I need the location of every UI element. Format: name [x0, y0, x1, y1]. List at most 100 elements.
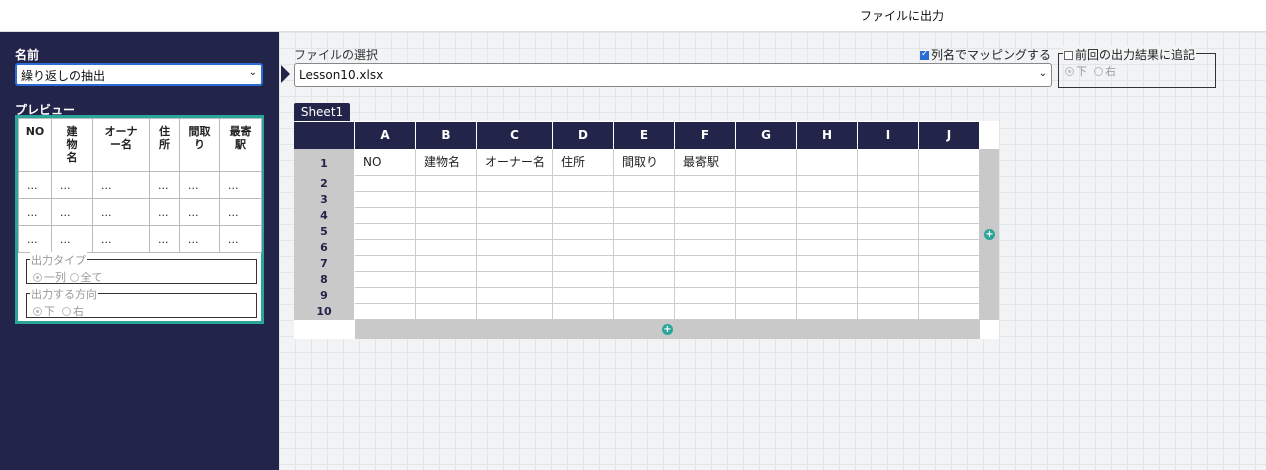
grid-cell[interactable]	[553, 256, 614, 272]
grid-cell[interactable]	[858, 208, 919, 224]
grid-cell[interactable]	[614, 192, 675, 208]
grid-cell[interactable]	[355, 256, 416, 272]
radio-append-right[interactable]	[1094, 67, 1103, 76]
grid-cell[interactable]	[614, 208, 675, 224]
column-header[interactable]: A	[355, 122, 415, 149]
grid-cell[interactable]	[553, 224, 614, 240]
grid-cell[interactable]	[355, 240, 416, 256]
grid-cell[interactable]	[553, 288, 614, 304]
grid-cell[interactable]	[477, 288, 553, 304]
grid-cell[interactable]	[736, 176, 797, 192]
grid-cell[interactable]	[416, 272, 477, 288]
grid-cell[interactable]: NO	[355, 149, 416, 176]
grid-cell[interactable]	[355, 192, 416, 208]
grid-cell[interactable]	[736, 208, 797, 224]
grid-cell[interactable]	[797, 240, 858, 256]
grid-cell[interactable]	[797, 288, 858, 304]
grid-cell[interactable]	[675, 240, 736, 256]
grid-cell[interactable]	[416, 256, 477, 272]
grid-cell[interactable]	[614, 176, 675, 192]
row-header[interactable]: 6	[294, 240, 354, 256]
grid-cell[interactable]	[416, 176, 477, 192]
grid-cell[interactable]	[553, 176, 614, 192]
grid-cell[interactable]	[355, 224, 416, 240]
name-select[interactable]: 繰り返しの抽出 ⌄	[15, 63, 263, 86]
radio-all[interactable]	[69, 273, 79, 282]
grid-cell[interactable]	[797, 192, 858, 208]
grid-cell[interactable]	[797, 304, 858, 320]
row-header[interactable]: 10	[294, 304, 354, 320]
radio-right[interactable]	[62, 307, 71, 316]
grid-cell[interactable]	[797, 176, 858, 192]
grid-cell[interactable]	[553, 304, 614, 320]
grid-cell[interactable]	[614, 272, 675, 288]
column-header[interactable]: C	[477, 122, 552, 149]
column-header[interactable]: J	[919, 122, 979, 149]
grid-cell[interactable]	[477, 176, 553, 192]
grid-cell[interactable]: 住所	[553, 149, 614, 176]
grid-cell[interactable]	[736, 272, 797, 288]
grid-cell[interactable]	[919, 304, 980, 320]
grid-cell[interactable]	[477, 304, 553, 320]
radio-append-down[interactable]	[1065, 67, 1074, 76]
grid-cell[interactable]	[858, 176, 919, 192]
grid-cell[interactable]	[614, 224, 675, 240]
column-header[interactable]: D	[553, 122, 613, 149]
grid-cell[interactable]	[614, 288, 675, 304]
column-header[interactable]: G	[736, 122, 796, 149]
grid-cell[interactable]	[416, 288, 477, 304]
grid-cell[interactable]	[416, 304, 477, 320]
column-header[interactable]: H	[797, 122, 857, 149]
grid-cell[interactable]	[797, 208, 858, 224]
grid-cell[interactable]	[736, 224, 797, 240]
grid-cell[interactable]	[919, 208, 980, 224]
radio-down[interactable]	[33, 307, 42, 316]
column-header[interactable]: I	[858, 122, 918, 149]
grid-cell[interactable]	[797, 256, 858, 272]
grid-cell[interactable]	[477, 224, 553, 240]
row-header[interactable]: 8	[294, 272, 354, 288]
grid-cell[interactable]	[736, 192, 797, 208]
grid-cell[interactable]	[416, 240, 477, 256]
grid-cell[interactable]	[553, 192, 614, 208]
grid-cell[interactable]	[355, 272, 416, 288]
grid-cell[interactable]	[416, 208, 477, 224]
grid-cell[interactable]	[858, 304, 919, 320]
grid-cell[interactable]	[919, 240, 980, 256]
grid-cell[interactable]	[858, 272, 919, 288]
grid-cell[interactable]	[355, 288, 416, 304]
grid-cell[interactable]	[675, 256, 736, 272]
grid-cell[interactable]	[355, 304, 416, 320]
grid-cell[interactable]: オーナー名	[477, 149, 553, 176]
grid-cell[interactable]	[477, 208, 553, 224]
grid-cell[interactable]	[675, 192, 736, 208]
grid-cell[interactable]	[858, 149, 919, 176]
grid-cell[interactable]	[416, 224, 477, 240]
grid-cell[interactable]	[477, 240, 553, 256]
grid-cell[interactable]	[919, 149, 980, 176]
column-header[interactable]: B	[416, 122, 476, 149]
grid-cell[interactable]	[797, 149, 858, 176]
row-header[interactable]: 5	[294, 224, 354, 240]
add-row-icon[interactable]: +	[662, 324, 673, 335]
grid-cell[interactable]: 間取り	[614, 149, 675, 176]
grid-cell[interactable]	[355, 176, 416, 192]
grid-cell[interactable]	[553, 240, 614, 256]
column-header[interactable]: E	[614, 122, 674, 149]
grid-cell[interactable]	[675, 304, 736, 320]
column-header[interactable]: F	[675, 122, 735, 149]
grid-cell[interactable]	[736, 240, 797, 256]
grid-cell[interactable]	[919, 272, 980, 288]
grid-cell[interactable]	[736, 149, 797, 176]
grid-cell[interactable]	[675, 224, 736, 240]
grid-cell[interactable]	[858, 256, 919, 272]
row-header[interactable]: 1	[294, 149, 354, 176]
grid-cell[interactable]	[477, 272, 553, 288]
row-header[interactable]: 7	[294, 256, 354, 272]
grid-cell[interactable]	[919, 288, 980, 304]
grid-cell[interactable]	[919, 224, 980, 240]
grid-cell[interactable]	[858, 240, 919, 256]
grid-cell[interactable]: 最寄駅	[675, 149, 736, 176]
map-by-column-checkbox[interactable]: 列名でマッピングする	[920, 46, 1051, 63]
grid-cell[interactable]	[736, 256, 797, 272]
